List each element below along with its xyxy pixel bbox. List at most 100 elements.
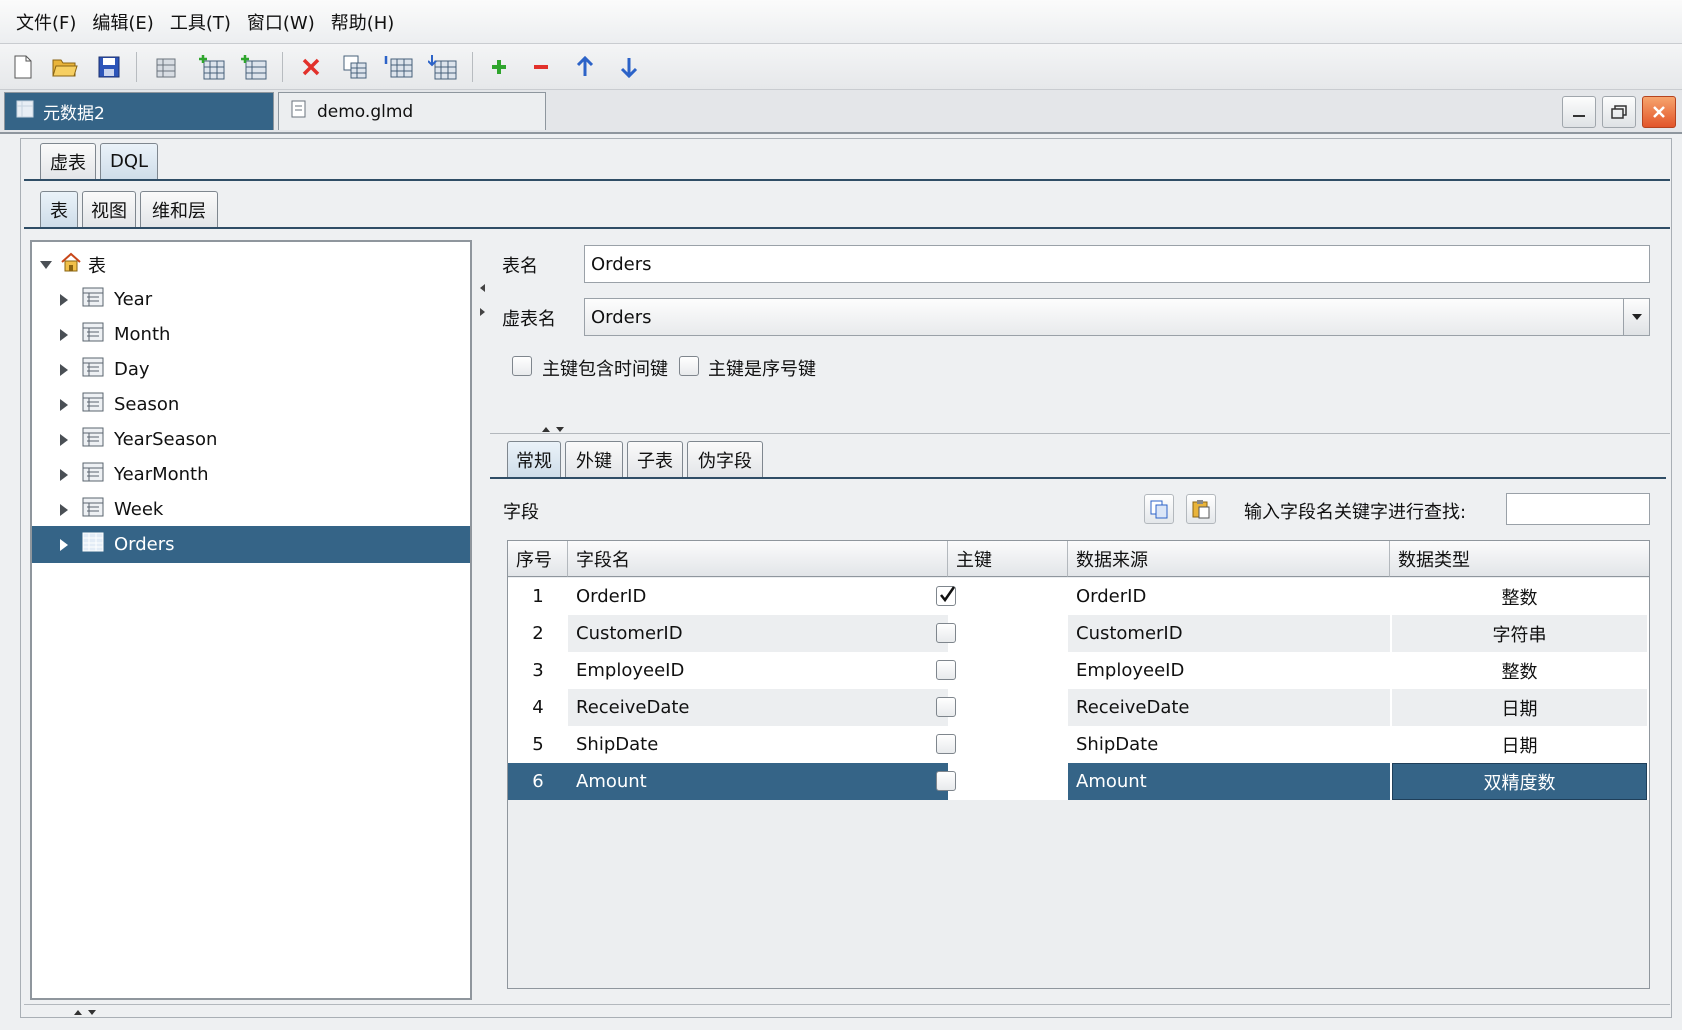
move-down-icon[interactable] bbox=[614, 52, 644, 82]
table-icon bbox=[82, 497, 104, 522]
restore-button[interactable] bbox=[1602, 96, 1636, 128]
tree-item-year[interactable]: Year bbox=[32, 281, 470, 318]
menu-file[interactable]: 文件(F) bbox=[8, 9, 84, 35]
column-header-data-source[interactable]: 数据来源 bbox=[1068, 541, 1390, 577]
paste-icon[interactable] bbox=[1186, 494, 1216, 524]
export-table-icon[interactable] bbox=[428, 52, 458, 82]
table-row[interactable]: 5 ShipDate ShipDate 日期 bbox=[508, 726, 1649, 763]
tab-pseudo-field[interactable]: 伪字段 bbox=[687, 441, 763, 477]
pk-is-sequence-label: 主键是序号键 bbox=[708, 359, 816, 380]
menu-bar: 文件(F) 编辑(E) 工具(T) 窗口(W) 帮助(H) bbox=[0, 0, 1682, 44]
metadata-icon bbox=[15, 99, 35, 124]
tree-item-day[interactable]: Day bbox=[32, 351, 470, 388]
column-header-primary-key[interactable]: 主键 bbox=[948, 541, 1068, 577]
expand-right-icon bbox=[60, 328, 68, 341]
virtual-table-select[interactable]: Orders bbox=[584, 298, 1650, 336]
close-button[interactable] bbox=[1642, 96, 1676, 128]
menu-edit[interactable]: 编辑(E) bbox=[84, 9, 161, 35]
document-icon bbox=[289, 99, 309, 124]
table-row[interactable]: 2 CustomerID CustomerID 字符串 bbox=[508, 615, 1649, 652]
pk-contains-time-checkbox[interactable] bbox=[512, 356, 532, 376]
add-table-icon[interactable] bbox=[196, 52, 226, 82]
table-icon bbox=[82, 287, 104, 312]
fields-table: 序号 字段名 主键 数据来源 数据类型 1 OrderID OrderID 整数… bbox=[507, 540, 1650, 989]
table-icon bbox=[82, 462, 104, 487]
tab-virtual-table[interactable]: 虚表 bbox=[40, 143, 96, 179]
tab-dql[interactable]: DQL bbox=[100, 143, 158, 179]
add-view-icon[interactable] bbox=[238, 52, 268, 82]
tab-sub-table[interactable]: 子表 bbox=[627, 441, 683, 477]
toolbar bbox=[0, 44, 1682, 90]
fields-label: 字段 bbox=[503, 502, 539, 523]
expand-right-icon bbox=[60, 363, 68, 376]
table-row[interactable]: 4 ReceiveDate ReceiveDate 日期 bbox=[508, 689, 1649, 726]
primary-key-checkbox[interactable] bbox=[936, 623, 956, 643]
expand-right-icon bbox=[60, 433, 68, 446]
copy-table-icon[interactable] bbox=[340, 52, 370, 82]
primary-key-checkbox-checked[interactable] bbox=[936, 586, 956, 606]
tab-view[interactable]: 视图 bbox=[82, 191, 136, 227]
search-label: 输入字段名关键字进行查找: bbox=[1244, 502, 1467, 523]
table-icon bbox=[82, 357, 104, 382]
expand-right-icon bbox=[60, 398, 68, 411]
menu-help[interactable]: 帮助(H) bbox=[323, 9, 403, 35]
table-row-selected[interactable]: 6 Amount Amount 双精度数 bbox=[508, 763, 1649, 800]
expand-right-icon bbox=[60, 293, 68, 306]
move-up-icon[interactable] bbox=[570, 52, 600, 82]
open-folder-icon[interactable] bbox=[50, 52, 80, 82]
primary-key-checkbox[interactable] bbox=[936, 734, 956, 754]
table-row[interactable]: 1 OrderID OrderID 整数 bbox=[508, 578, 1649, 615]
tree-item-yearseason[interactable]: YearSeason bbox=[32, 421, 470, 458]
tree-item-month[interactable]: Month bbox=[32, 316, 470, 353]
table-name-label: 表名 bbox=[502, 256, 538, 277]
tab-dimension-layer[interactable]: 维和层 bbox=[140, 191, 218, 227]
chevron-down-icon[interactable] bbox=[1623, 299, 1649, 335]
menu-tools[interactable]: 工具(T) bbox=[162, 9, 239, 35]
bottom-splitter[interactable] bbox=[24, 1004, 1670, 1016]
tree-root[interactable]: 表 bbox=[32, 246, 470, 283]
doc-tab-demo-glmd[interactable]: demo.glmd bbox=[278, 92, 546, 130]
delete-icon[interactable] bbox=[296, 52, 326, 82]
splitter-handle[interactable] bbox=[477, 280, 487, 320]
column-header-data-type[interactable]: 数据类型 bbox=[1390, 541, 1649, 577]
tree-item-week[interactable]: Week bbox=[32, 491, 470, 528]
primary-key-checkbox[interactable] bbox=[936, 771, 956, 791]
table-icon bbox=[82, 532, 104, 557]
save-icon[interactable] bbox=[94, 52, 124, 82]
document-tabs: 元数据2 demo.glmd bbox=[0, 90, 1682, 134]
tab-general[interactable]: 常规 bbox=[507, 441, 561, 477]
horizontal-splitter[interactable] bbox=[490, 424, 1670, 434]
import-table-icon[interactable] bbox=[384, 52, 414, 82]
tree-item-orders[interactable]: Orders bbox=[32, 526, 470, 563]
expand-right-icon bbox=[60, 503, 68, 516]
tree-item-yearmonth[interactable]: YearMonth bbox=[32, 456, 470, 493]
minimize-button[interactable] bbox=[1562, 96, 1596, 128]
tab-foreign-key[interactable]: 外键 bbox=[565, 441, 623, 477]
new-file-icon[interactable] bbox=[8, 52, 38, 82]
remove-row-icon[interactable] bbox=[526, 52, 556, 82]
table-icon bbox=[82, 392, 104, 417]
virtual-table-name-label: 虚表名 bbox=[502, 309, 556, 330]
pk-is-sequence-checkbox[interactable] bbox=[679, 356, 699, 376]
tab-table[interactable]: 表 bbox=[40, 191, 78, 227]
tree-item-season[interactable]: Season bbox=[32, 386, 470, 423]
doc-tab-metadata2[interactable]: 元数据2 bbox=[4, 92, 274, 130]
column-header-no[interactable]: 序号 bbox=[508, 541, 568, 577]
table-icon bbox=[82, 427, 104, 452]
copy-icon[interactable] bbox=[1144, 494, 1174, 524]
add-row-icon[interactable] bbox=[484, 52, 514, 82]
table-tree: 表 Year Month Day Season YearSeason YearM… bbox=[30, 240, 472, 1000]
column-header-field-name[interactable]: 字段名 bbox=[568, 541, 948, 577]
table-icon[interactable] bbox=[150, 52, 180, 82]
expand-down-icon bbox=[40, 260, 52, 269]
home-icon bbox=[60, 252, 82, 277]
pk-contains-time-label: 主键包含时间键 bbox=[542, 359, 668, 380]
primary-key-checkbox[interactable] bbox=[936, 660, 956, 680]
primary-key-checkbox[interactable] bbox=[936, 697, 956, 717]
expand-right-icon bbox=[60, 468, 68, 481]
menu-window[interactable]: 窗口(W) bbox=[239, 9, 323, 35]
expand-right-icon bbox=[60, 538, 68, 551]
field-search-input[interactable] bbox=[1506, 493, 1650, 525]
table-row[interactable]: 3 EmployeeID EmployeeID 整数 bbox=[508, 652, 1649, 689]
table-name-input[interactable]: Orders bbox=[584, 245, 1650, 283]
